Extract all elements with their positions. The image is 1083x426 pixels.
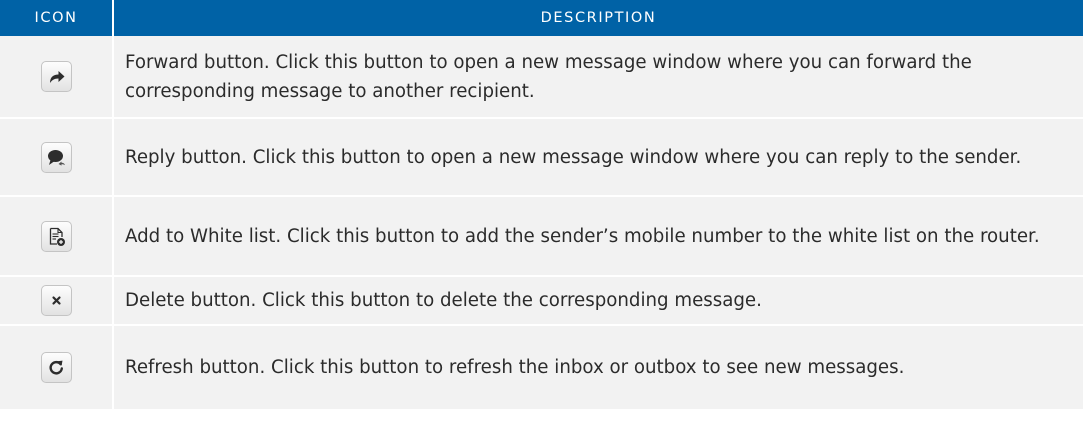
icon-description-table: ICON DESCRIPTION Forward button. Click t… (0, 0, 1083, 409)
table-header-row: ICON DESCRIPTION (0, 0, 1083, 36)
add-to-whitelist-button[interactable] (40, 220, 72, 252)
forward-button-description: Forward button. Click this button to ope… (125, 51, 972, 102)
add-to-whitelist-icon (49, 227, 65, 246)
delete-button-description: Delete button. Click this button to dele… (113, 275, 1083, 325)
forward-arrow-icon (49, 71, 64, 83)
table-row: Delete button. Click this button to dele… (0, 275, 1083, 325)
forward-button[interactable] (40, 61, 72, 92)
add-to-whitelist-description: Add to White list. Click this button to … (113, 195, 1083, 276)
icon-cell (0, 324, 114, 409)
delete-button[interactable] (40, 285, 72, 316)
icon-column-header: ICON (0, 0, 114, 36)
refresh-button[interactable] (40, 352, 72, 383)
icon-cell (0, 117, 114, 196)
table-row: Reply button. Click this button to open … (0, 117, 1083, 196)
icon-cell (0, 275, 114, 325)
table-row: Forward button. Click this button to ope… (0, 36, 1083, 118)
delete-icon (51, 296, 61, 305)
description-column-header: DESCRIPTION (540, 10, 657, 26)
refresh-button-description: Refresh button. Click this button to ref… (113, 324, 1083, 409)
reply-button[interactable] (40, 141, 72, 173)
table-row: Add to White list. Click this button to … (0, 195, 1083, 276)
reply-button-description: Reply button. Click this button to open … (113, 117, 1083, 196)
refresh-icon (48, 360, 63, 375)
reply-icon (47, 149, 65, 166)
table-row: Refresh button. Click this button to ref… (0, 324, 1083, 409)
icon-cell (0, 36, 114, 118)
icon-cell (0, 195, 114, 276)
